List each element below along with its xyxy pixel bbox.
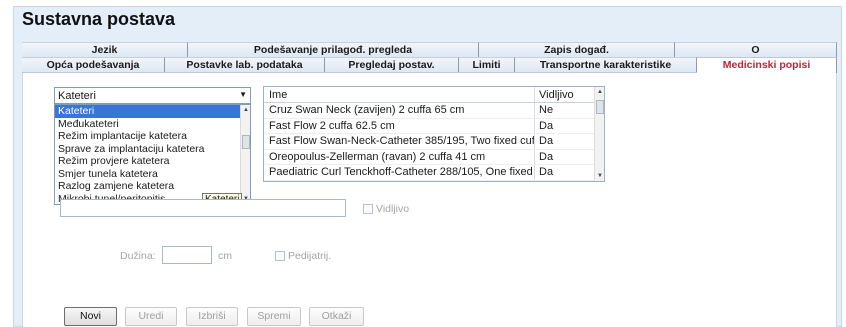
tab-medicinski-popisi[interactable]: Medicinski popisi [697, 57, 837, 73]
table-scrollbar[interactable]: ▲ ▼ [594, 87, 604, 181]
save-button[interactable]: Spremi [247, 307, 301, 326]
scroll-thumb[interactable] [596, 100, 604, 114]
cell-visible: Da [539, 150, 554, 163]
cell-visible: Da [539, 119, 554, 132]
list-item[interactable]: Režim implantacije katetera [55, 130, 250, 143]
table-row[interactable]: Fast Flow Swan-Neck-Catheter 385/195, Tw… [264, 134, 604, 150]
table-row[interactable]: Paediatric Curl Tenckhoff-Catheter 288/1… [264, 165, 604, 181]
list-item[interactable]: Sprave za implantaciju katetera [55, 143, 250, 156]
chevron-down-icon[interactable]: ▼ [239, 90, 247, 99]
cell-visible: Da [539, 166, 554, 178]
cell-visible: Da [539, 135, 554, 147]
pediatric-label: Pedijatrij. [288, 250, 332, 262]
category-select[interactable]: Kateteri ▼ [54, 87, 251, 104]
cell-name: Paediatric Curl Tenckhoff-Catheter 288/1… [264, 165, 535, 180]
cell-visible: Ne [539, 104, 554, 116]
tab-opca-podesavanja[interactable]: Opća podešavanja [22, 57, 165, 72]
list-item[interactable]: Razlog zamjene katetera [55, 180, 250, 193]
tab-row-1: Jezik Podešavanje prilagođ. pregleda Zap… [22, 42, 837, 58]
table-header: Ime Vidljivo [264, 87, 604, 103]
category-select-value: Kateteri [58, 90, 96, 102]
delete-button[interactable]: Izbriši [186, 307, 238, 326]
scroll-up-icon[interactable]: ▲ [241, 105, 250, 115]
list-item[interactable]: Smjer tunela katetera [55, 168, 250, 181]
scroll-thumb[interactable] [242, 135, 250, 149]
window-title: Sustavna postava [22, 9, 176, 29]
tab-jezik[interactable]: Jezik [22, 42, 188, 57]
tab-podesavanje-pregleda[interactable]: Podešavanje prilagođ. pregleda [188, 42, 479, 57]
list-item[interactable]: Kateteri [55, 105, 250, 118]
table-row[interactable]: Fast Flow 2 cuffa 62.5 cm Da [264, 118, 604, 134]
tab-postavke-lab-podataka[interactable]: Postavke lab. podataka [165, 57, 325, 72]
scroll-down-icon[interactable]: ▼ [595, 171, 604, 181]
tab-limiti[interactable]: Limiti [459, 57, 515, 72]
visible-checkbox[interactable] [363, 204, 373, 214]
length-label: Dužina: [120, 250, 156, 262]
length-input[interactable] [162, 246, 212, 264]
edit-button[interactable]: Uredi [125, 307, 177, 326]
tab-o[interactable]: O [675, 42, 837, 57]
cell-name: Oreopoulus-Zellerman (ravan) 2 cuffa 41 … [264, 149, 535, 164]
list-item[interactable]: Međukateteri [55, 118, 250, 131]
tab-zapis-dogadaja[interactable]: Zapis događ. [479, 42, 675, 57]
table-row[interactable]: Cruz Swan Neck (zavijen) 2 cuffa 65 cm N… [264, 103, 604, 119]
cell-name: Fast Flow 2 cuffa 62.5 cm [264, 118, 535, 133]
tab-row-2: Opća podešavanja Postavke lab. podataka … [22, 57, 837, 73]
cell-name: Fast Flow Swan-Neck-Catheter 385/195, Tw… [264, 134, 535, 149]
dropdown-scrollbar[interactable]: ▲ ▼ [240, 105, 250, 204]
table-row[interactable]: Oreopoulus-Zellerman (ravan) 2 cuffa 41 … [264, 149, 604, 165]
length-unit: cm [218, 250, 232, 262]
column-header-ime[interactable]: Ime [264, 87, 535, 102]
cell-name: Cruz Swan Neck (zavijen) 2 cuffa 65 cm [264, 103, 535, 118]
visible-label: Vidljivo [376, 203, 410, 215]
list-item[interactable]: Režim provjere katetera [55, 155, 250, 168]
scroll-up-icon[interactable]: ▲ [595, 87, 604, 97]
pediatric-checkbox[interactable] [275, 251, 285, 261]
tab-transportne-karakteristike[interactable]: Transportne karakteristike [515, 57, 697, 72]
column-header-vidljivo[interactable]: Vidljivo [535, 87, 595, 102]
cancel-button[interactable]: Otkaži [309, 307, 364, 326]
category-dropdown-list: Kateteri Međukateteri Režim implantacije… [54, 104, 251, 205]
new-button[interactable]: Novi [64, 307, 117, 326]
items-table: Ime Vidljivo Cruz Swan Neck (zavijen) 2 … [263, 86, 605, 182]
name-input[interactable] [60, 199, 346, 217]
tab-pregledaj-postav[interactable]: Pregledaj postav. [325, 57, 459, 72]
